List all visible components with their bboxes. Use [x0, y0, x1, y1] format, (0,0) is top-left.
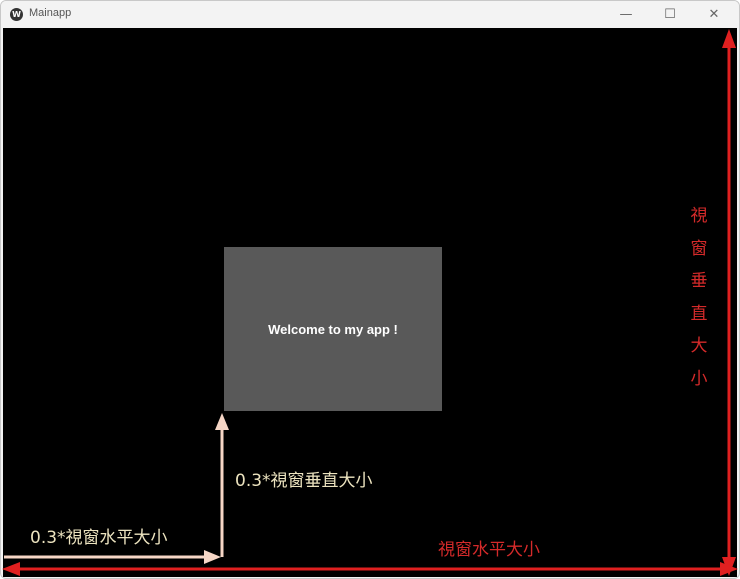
horizontal-full-arrow: [2, 562, 738, 576]
horizontal-fraction-label: 0.3*視窗水平大小: [30, 528, 168, 548]
vertical-full-label: 視窗垂直大小: [690, 206, 708, 389]
vertical-fraction-arrow: [215, 413, 229, 557]
vertical-full-arrow: [722, 29, 736, 576]
annotation-arrows: [2, 29, 738, 576]
horizontal-full-label: 視窗水平大小: [438, 540, 540, 560]
vertical-fraction-label: 0.3*視窗垂直大小: [235, 471, 373, 491]
horizontal-fraction-arrow: [4, 550, 221, 564]
